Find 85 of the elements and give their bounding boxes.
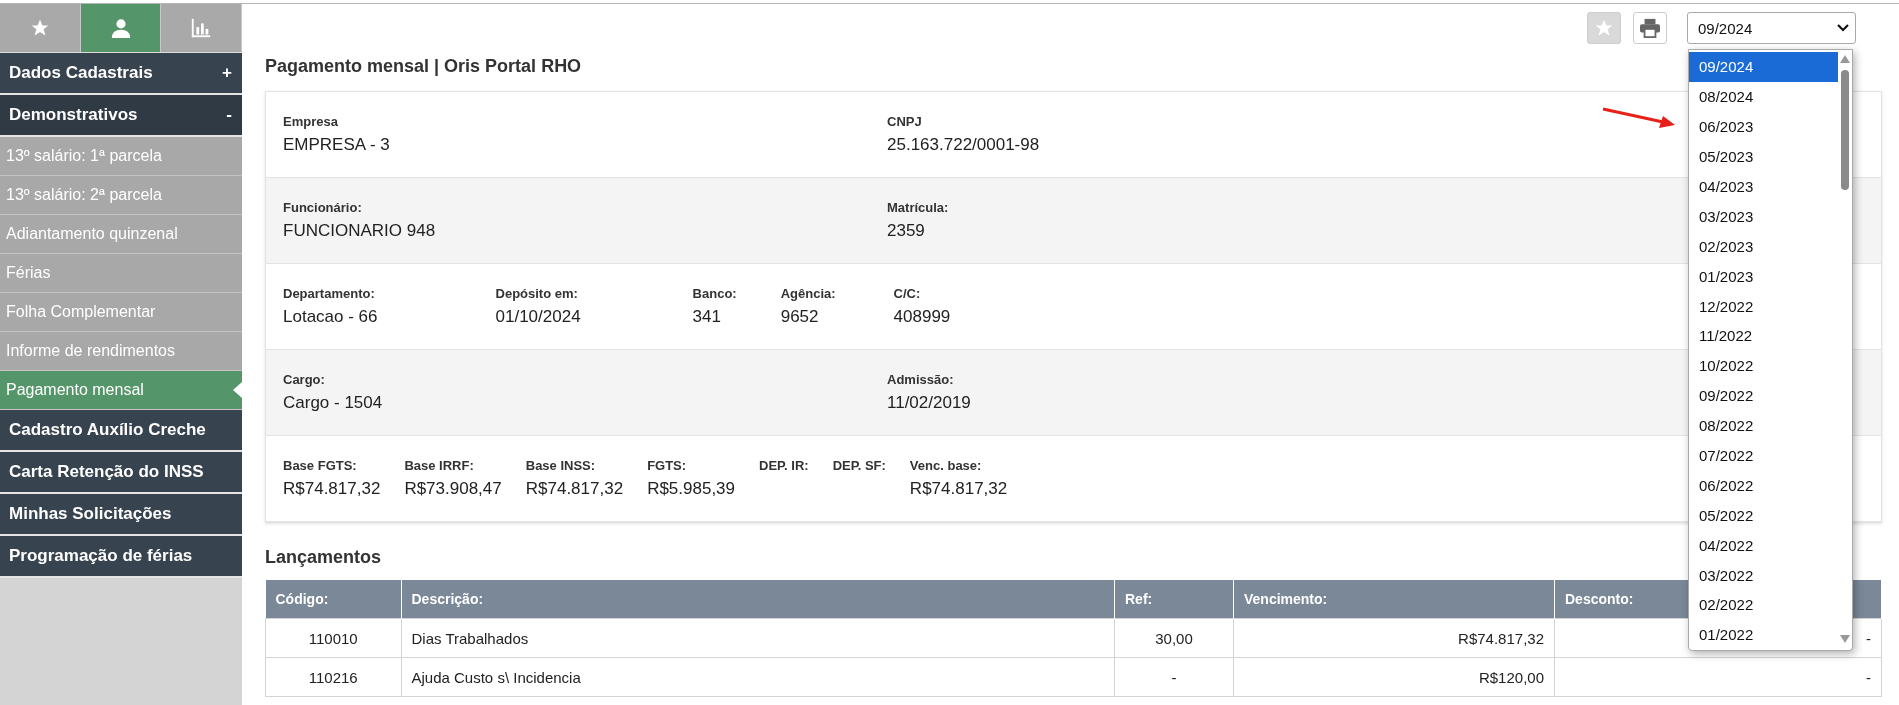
- field-label: Venc. base:: [909, 458, 983, 473]
- dropdown-option[interactable]: 11/2022: [1689, 321, 1838, 351]
- field-value: Cargo - 1504: [283, 393, 383, 412]
- field-value: FUNCIONARIO 948: [283, 221, 436, 240]
- sidebar-tab[interactable]: [80, 4, 162, 52]
- dropdown-option[interactable]: 02/2023: [1689, 231, 1838, 262]
- table-cell: 30,00: [1114, 618, 1234, 658]
- menu-group[interactable]: Demonstrativos -: [0, 95, 242, 137]
- field-label: Agência:: [780, 286, 836, 301]
- dropdown-option[interactable]: 08/2024: [1689, 81, 1838, 112]
- sidebar-tab[interactable]: [0, 4, 81, 52]
- menu-item[interactable]: Pagamento mensal: [0, 371, 242, 410]
- dropdown-option[interactable]: 04/2023: [1689, 171, 1838, 202]
- table-cell: -: [1554, 657, 1882, 697]
- field-label: Cargo:: [283, 372, 326, 387]
- column-header: Descrição:: [401, 580, 1115, 619]
- dropdown-option[interactable]: 06/2022: [1689, 470, 1838, 501]
- column-header: Ref:: [1114, 580, 1234, 619]
- field-value: R$74.817,32: [909, 479, 1008, 498]
- dropdown-option[interactable]: 10/2022: [1689, 350, 1838, 381]
- sidebar-tab[interactable]: [161, 4, 242, 52]
- period-select[interactable]: 09/2024: [1687, 12, 1856, 44]
- section-title: Lançamentos: [265, 547, 382, 568]
- star-icon: [1594, 18, 1614, 38]
- table-cell: Ajuda Custo s\ Incidencia: [401, 657, 1115, 697]
- field-value: 9652: [780, 307, 819, 326]
- menu-group[interactable]: Dados Cadastrais +: [0, 53, 242, 95]
- field-label: DEP. IR:: [759, 458, 809, 473]
- field-value: R$74.817,32: [283, 479, 381, 498]
- bar-chart-icon: [190, 17, 213, 39]
- field-label: Base IRRF:: [404, 458, 475, 473]
- field-value: 11/02/2019: [887, 393, 971, 412]
- menu-group[interactable]: Cadastro Auxílio Creche: [0, 410, 242, 452]
- field-value: R$74.817,32: [525, 479, 624, 498]
- dropdown-option[interactable]: 09/2022: [1689, 380, 1838, 411]
- dropdown-option[interactable]: 02/2022: [1689, 590, 1838, 620]
- user-icon: [109, 17, 132, 39]
- field-label: Empresa: [283, 114, 339, 129]
- dropdown-option[interactable]: 09/2024: [1689, 52, 1838, 82]
- field-label: CNPJ: [887, 114, 923, 129]
- dropdown-option[interactable]: 03/2023: [1689, 201, 1838, 232]
- table-cell: R$74.817,32: [1233, 618, 1555, 658]
- dropdown-option[interactable]: 05/2022: [1689, 500, 1838, 531]
- field-label: C/C:: [893, 286, 922, 301]
- field-value: R$5.985,39: [647, 479, 736, 498]
- menu-group[interactable]: Minhas Solicitações: [0, 494, 242, 536]
- field-value: Lotacao - 66: [283, 307, 378, 326]
- field-value: EMPRESA - 3: [283, 135, 390, 154]
- dropdown-option[interactable]: 07/2022: [1689, 440, 1838, 471]
- field-label: Departamento:: [283, 286, 376, 301]
- field-value: 408999: [893, 307, 951, 326]
- table-cell: 110216: [265, 657, 401, 697]
- dropdown-option[interactable]: 01/2022: [1689, 619, 1838, 650]
- menu-group[interactable]: Carta Retenção do INSS: [0, 452, 242, 494]
- field-label: Admissão:: [887, 372, 955, 387]
- dropdown-option[interactable]: 08/2022: [1689, 410, 1838, 441]
- menu-group[interactable]: Programação de férias: [0, 536, 242, 578]
- chevron-down-icon: [1837, 24, 1849, 32]
- table-cell: R$120,00: [1233, 657, 1555, 697]
- column-header: Código:: [265, 580, 401, 619]
- print-button[interactable]: [1633, 12, 1667, 44]
- table-cell: 110010: [265, 618, 401, 658]
- field-label: Funcionário:: [283, 200, 363, 215]
- field-value: 25.163.722/0001-98: [887, 135, 1040, 154]
- field-label: FGTS:: [647, 458, 688, 473]
- field-label: Base FGTS:: [283, 458, 358, 473]
- field-label: DEP. SF:: [832, 458, 886, 473]
- dropdown-option[interactable]: 12/2022: [1689, 291, 1838, 321]
- field-value: 341: [692, 307, 721, 326]
- dropdown-option[interactable]: 01/2023: [1689, 261, 1838, 292]
- field-value: 2359: [887, 221, 925, 240]
- dropdown-option[interactable]: 05/2023: [1689, 141, 1838, 172]
- field-label: Matrícula:: [887, 200, 949, 215]
- field-value: 01/10/2024: [495, 307, 581, 326]
- field-label: Base INSS:: [525, 458, 597, 473]
- dropdown-option[interactable]: 04/2022: [1689, 530, 1838, 561]
- page-title: Pagamento mensal | Oris Portal RHO: [265, 56, 582, 77]
- table-cell: Dias Trabalhados: [401, 618, 1115, 658]
- dropdown-option[interactable]: 06/2023: [1689, 111, 1838, 142]
- printer-icon: [1639, 18, 1661, 38]
- field-label: Banco:: [692, 286, 737, 301]
- field-label: Depósito em:: [495, 286, 579, 301]
- table-cell: -: [1114, 657, 1234, 697]
- column-header: Vencimento:: [1233, 580, 1555, 619]
- field-value: R$73.908,47: [404, 479, 502, 498]
